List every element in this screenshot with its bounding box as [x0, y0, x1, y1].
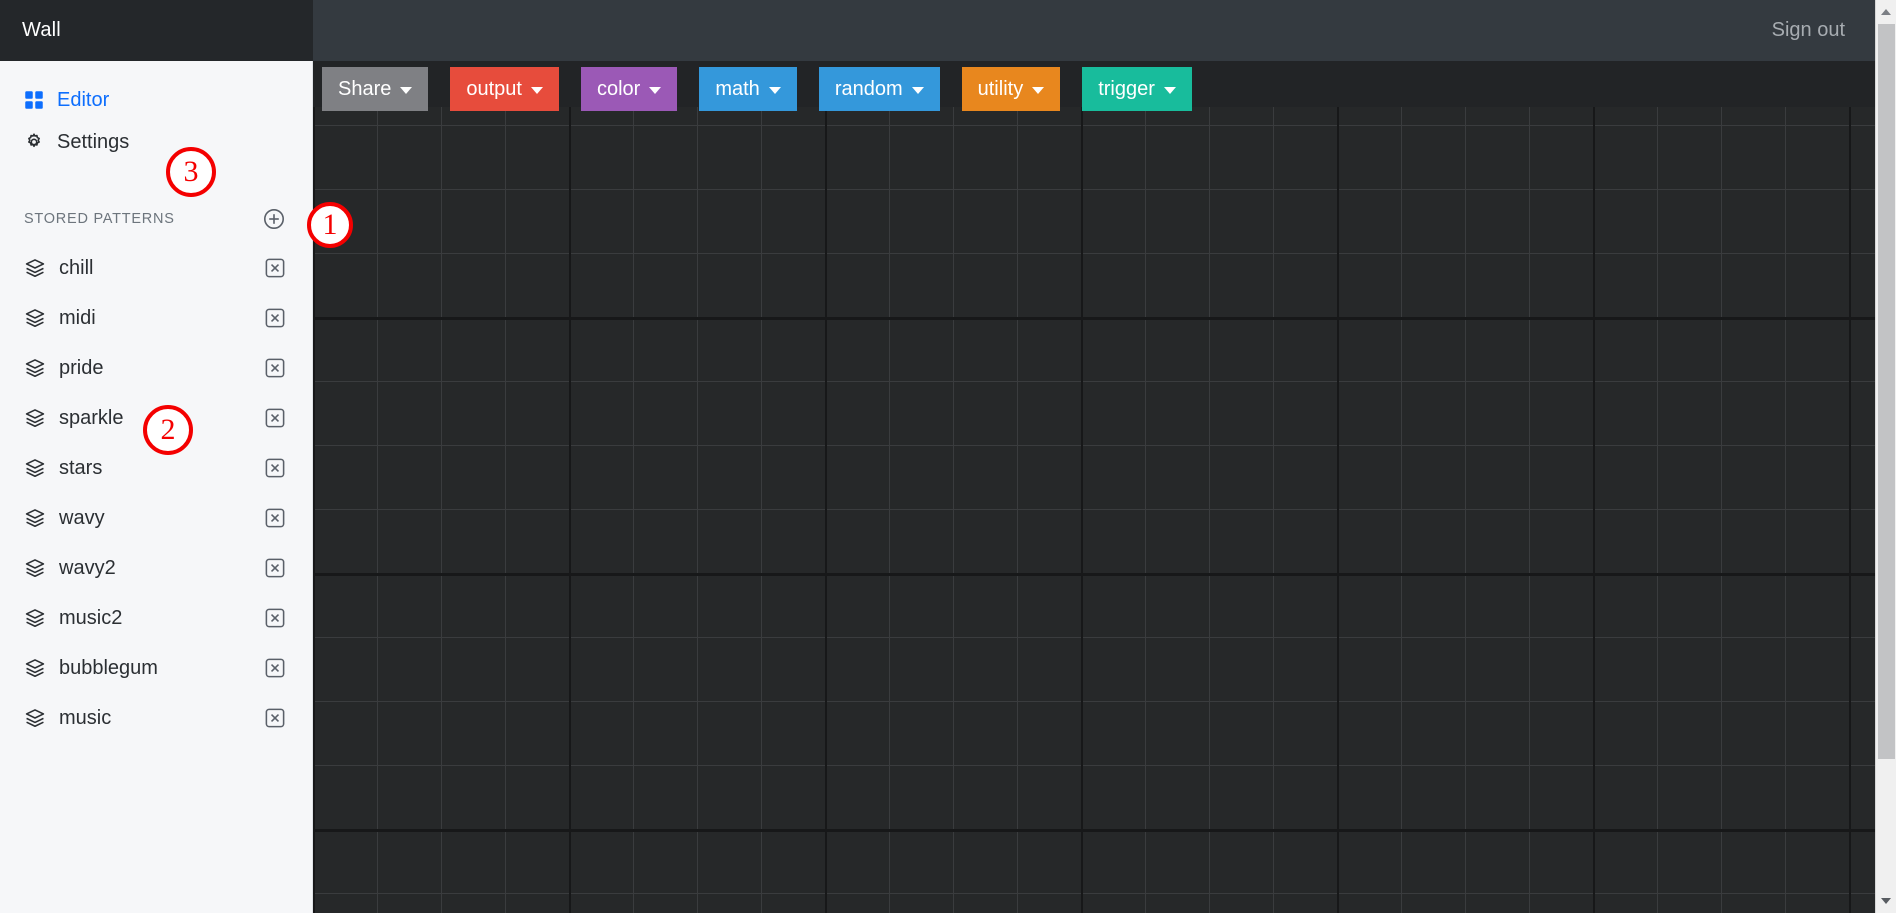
delete-pattern-button[interactable] — [264, 507, 286, 529]
toolbar-button-label: color — [596, 78, 641, 100]
pattern-name: stars — [59, 456, 103, 479]
toolbar-button-utility[interactable]: utility — [961, 67, 1061, 111]
sign-out-link[interactable]: Sign out — [1772, 19, 1845, 42]
layers-icon — [24, 457, 46, 479]
delete-pattern-button[interactable] — [264, 557, 286, 579]
sidebar-inner: Editor Settings STORED PATTERNS chill mi… — [0, 61, 312, 743]
toolbar-button-label: trigger — [1098, 78, 1155, 100]
sidebar-item-editor-label: Editor — [57, 88, 110, 111]
toolbar-button-label: math — [715, 78, 760, 100]
pattern-name: music2 — [59, 606, 123, 629]
pattern-list-item[interactable]: pride — [0, 343, 312, 393]
pattern-name: midi — [59, 306, 96, 329]
stored-patterns-header: STORED PATTERNS — [0, 205, 312, 233]
layers-icon — [24, 657, 46, 679]
annotation-badge: 1 — [307, 202, 353, 248]
pattern-list-item[interactable]: bubblegum — [0, 643, 312, 693]
chevron-down-icon — [649, 87, 662, 94]
scrollbar-thumb[interactable] — [1878, 24, 1895, 759]
pattern-name: pride — [59, 356, 104, 379]
toolbar-button-output[interactable]: output — [450, 67, 559, 111]
pattern-name: wavy — [59, 506, 105, 529]
toolbar-button-label: utility — [977, 78, 1024, 100]
delete-pattern-button[interactable] — [264, 607, 286, 629]
layers-icon — [24, 357, 46, 379]
toolbar-button-label: random — [834, 78, 903, 100]
toolbar-button-share[interactable]: Share — [322, 67, 429, 111]
delete-pattern-button[interactable] — [264, 657, 286, 679]
grid-icon — [24, 90, 44, 110]
stored-patterns-title: STORED PATTERNS — [24, 211, 175, 227]
delete-pattern-button[interactable] — [264, 257, 286, 279]
gear-icon — [24, 132, 44, 152]
pattern-name: sparkle — [59, 406, 124, 429]
pattern-list-item[interactable]: music — [0, 693, 312, 743]
chevron-down-icon — [768, 87, 781, 94]
header-right-actions: Sign out — [313, 0, 1875, 61]
pattern-name: wavy2 — [59, 556, 116, 579]
stored-patterns-list: chill midi pride sparkle stars wavy wavy2 music… — [0, 243, 312, 743]
pattern-list-item[interactable]: chill — [0, 243, 312, 293]
annotation-badge: 3 — [166, 147, 216, 197]
annotation-badge: 2 — [143, 405, 193, 455]
layers-icon — [24, 307, 46, 329]
app-title: Wall — [22, 19, 61, 41]
layers-icon — [24, 507, 46, 529]
brand-area[interactable]: Wall — [0, 0, 313, 61]
node-toolbar: Share output color math random utility trigger — [313, 61, 1875, 121]
chevron-down-icon — [1032, 87, 1045, 94]
chevron-up-icon[interactable] — [1876, 2, 1896, 22]
delete-pattern-button[interactable] — [264, 457, 286, 479]
chevron-down-icon — [530, 87, 543, 94]
toolbar-button-random[interactable]: random — [818, 67, 940, 111]
layers-icon — [24, 407, 46, 429]
sidebar-item-settings-label: Settings — [57, 130, 130, 153]
chevron-down-icon — [911, 87, 924, 94]
top-header-bar: Wall Sign out — [0, 0, 1875, 61]
pattern-list-item[interactable]: music2 — [0, 593, 312, 643]
chevron-down-icon — [1163, 87, 1176, 94]
layers-icon — [24, 707, 46, 729]
pattern-name: bubblegum — [59, 656, 158, 679]
toolbar-button-math[interactable]: math — [699, 67, 797, 111]
sidebar-item-settings[interactable]: Settings — [0, 121, 312, 163]
sidebar-item-editor[interactable]: Editor — [0, 79, 312, 121]
delete-pattern-button[interactable] — [264, 357, 286, 379]
toolbar-button-label: output — [466, 78, 522, 100]
page-scrollbar[interactable] — [1875, 0, 1896, 913]
pattern-list-item[interactable]: wavy — [0, 493, 312, 543]
layers-icon — [24, 607, 46, 629]
sidebar: Editor Settings STORED PATTERNS chill mi… — [0, 61, 313, 913]
pattern-list-item[interactable]: midi — [0, 293, 312, 343]
plus-circle-icon[interactable] — [262, 207, 286, 231]
pattern-editor-canvas[interactable]: Share output color math random utility trigger — [313, 61, 1875, 913]
chevron-down-icon — [400, 87, 413, 94]
pattern-list-item[interactable]: wavy2 — [0, 543, 312, 593]
chevron-down-icon[interactable] — [1876, 891, 1896, 911]
layers-icon — [24, 257, 46, 279]
pattern-name: music — [59, 706, 112, 729]
toolbar-button-trigger[interactable]: trigger — [1082, 67, 1192, 111]
pattern-name: chill — [59, 256, 94, 279]
app-root: Wall Sign out Editor Settings STORED PAT… — [0, 0, 1896, 913]
delete-pattern-button[interactable] — [264, 407, 286, 429]
toolbar-button-color[interactable]: color — [580, 67, 678, 111]
layers-icon — [24, 557, 46, 579]
delete-pattern-button[interactable] — [264, 707, 286, 729]
delete-pattern-button[interactable] — [264, 307, 286, 329]
toolbar-button-label: Share — [338, 78, 392, 100]
